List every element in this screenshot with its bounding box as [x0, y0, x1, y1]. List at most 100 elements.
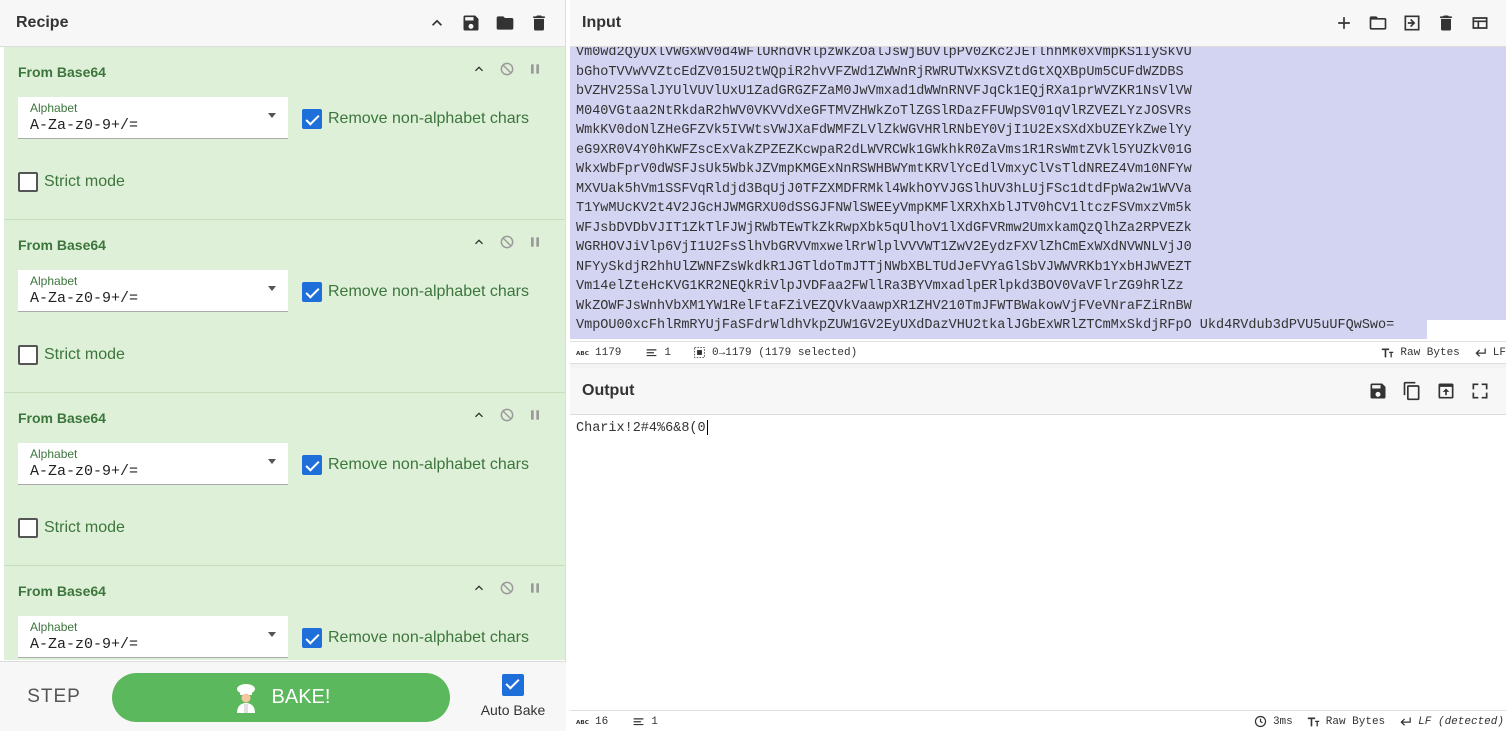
input-line: WFJsbDVDbVJIT1ZkTlFJWjRWbTEwTkZkRwpXbk5q… [576, 220, 1192, 236]
replace-input-icon[interactable] [1436, 381, 1456, 401]
alphabet-label: Alphabet [30, 274, 78, 288]
checkbox-box[interactable] [18, 518, 38, 538]
remove-non-alphabet-checkbox[interactable]: Remove non-alphabet chars [302, 455, 529, 475]
layout-icon[interactable] [1470, 13, 1490, 33]
operation-title: From Base64 [18, 237, 106, 253]
operation-from-base64[interactable]: From Base64 Alphabet A-Za-z0-9+/= Remove… [4, 566, 565, 660]
chevron-up-icon[interactable] [471, 61, 487, 77]
input-line: VmpOU00xcFhlRmRYUjFaSFdrWldhVkpZUW1GV2Ey… [576, 318, 1395, 333]
recipe-list: From Base64 Alphabet A-Za-z0-9+/= Remove… [4, 47, 565, 660]
input-line: Vm0wd2QyUXlVWGxWV0d4WFlURndVRlpzWkZOalJs… [576, 47, 1192, 60]
char-count-value: 1179 [595, 346, 622, 359]
input-encoding-value: Raw Bytes [1400, 346, 1460, 359]
alphabet-select[interactable]: Alphabet A-Za-z0-9+/= [18, 443, 288, 485]
pause-icon[interactable] [527, 407, 543, 423]
checkbox-box[interactable] [18, 172, 38, 192]
chevron-up-icon[interactable] [471, 407, 487, 423]
return-icon [1400, 717, 1411, 726]
alphabet-select[interactable]: Alphabet A-Za-z0-9+/= [18, 270, 288, 312]
auto-bake-toggle[interactable]: Auto Bake [470, 674, 556, 718]
input-line: bGhoTVVwVVZtcEdZV015U2tWQpiR2hvVFZWd1ZWW… [576, 64, 1184, 80]
open-folder-icon[interactable] [1368, 13, 1388, 33]
disable-icon[interactable] [499, 234, 515, 250]
strict-mode-checkbox[interactable]: Strict mode [18, 518, 125, 538]
bake-time-value: 3ms [1272, 715, 1293, 728]
output-pane: Output Charix!2#4%6&8(0 ABC 16 1 3ms Raw… [570, 368, 1506, 731]
alphabet-select[interactable]: Alphabet A-Za-z0-9+/= [18, 97, 288, 139]
dropdown-caret-icon [268, 286, 276, 291]
maximise-icon[interactable] [1470, 381, 1490, 401]
disable-icon[interactable] [499, 580, 515, 596]
checkbox-box[interactable] [302, 455, 322, 475]
strict-label: Strict mode [44, 346, 125, 363]
output-status-bar: ABC 16 1 3ms Raw Bytes LF (detected) [570, 710, 1506, 731]
svg-text:ABC: ABC [576, 720, 589, 726]
input-line: bVZHV25SalJYUlVUVlUxU1ZadGRGZFZaM0JwVmxa… [576, 84, 1192, 99]
disable-icon[interactable] [499, 61, 515, 77]
checkbox-box[interactable] [302, 109, 322, 129]
copy-icon[interactable] [1402, 381, 1422, 401]
operation-from-base64[interactable]: From Base64 Alphabet A-Za-z0-9+/= Remove… [4, 220, 565, 393]
input-header: Input [570, 0, 1506, 47]
output-header: Output [570, 368, 1506, 415]
strict-mode-checkbox[interactable]: Strict mode [18, 345, 125, 365]
bake-button[interactable]: BAKE! [112, 673, 450, 722]
recipe-header: Recipe [0, 0, 565, 47]
step-button[interactable]: STEP [14, 674, 94, 720]
chevron-up-icon[interactable] [471, 580, 487, 596]
text-format-icon [1382, 348, 1394, 358]
plus-icon[interactable] [1334, 13, 1354, 33]
lines-icon [633, 718, 644, 726]
recipe-pane: Recipe From Base64 Alphabet A-Za-z0-9+/=… [0, 0, 566, 731]
import-icon[interactable] [1402, 13, 1422, 33]
remove-label: Remove non-alphabet chars [328, 283, 530, 300]
save-icon[interactable] [461, 13, 481, 33]
chef-icon [236, 683, 255, 713]
output-char-count-value: 16 [595, 715, 609, 728]
strict-mode-checkbox[interactable]: Strict mode [18, 172, 125, 192]
input-line: MXVUak5hVm1SSFVqRldjd3BqUjJ0TFZXMDFRMkl4… [576, 181, 1192, 197]
auto-bake-checkbox[interactable] [502, 674, 524, 696]
alphabet-label: Alphabet [30, 447, 78, 461]
folder-icon[interactable] [495, 13, 515, 33]
checkbox-box[interactable] [302, 628, 322, 648]
chevron-up-icon[interactable] [427, 13, 447, 33]
alphabet-value: A-Za-z0-9+/= [30, 463, 139, 480]
input-eol[interactable]: LF [1474, 346, 1506, 359]
text-cursor [706, 420, 708, 435]
operation-from-base64[interactable]: From Base64 Alphabet A-Za-z0-9+/= Remove… [4, 47, 565, 220]
input-line: NFYySkdjR2hhUlZWNFZsWkdkR1JGTldoTmJTTjNW… [576, 259, 1192, 275]
remove-non-alphabet-checkbox[interactable]: Remove non-alphabet chars [302, 628, 529, 648]
trash-icon[interactable] [529, 13, 549, 33]
selection-value: 0→1179 (1179 selected) [712, 346, 858, 359]
input-content: Vm0wd2QyUXlVWGxWV0d4WFlURndVRlpzWkZOalJs… [570, 47, 1506, 336]
save-icon[interactable] [1368, 381, 1388, 401]
input-textarea[interactable]: Vm0wd2QyUXlVWGxWV0d4WFlURndVRlpzWkZOalJs… [570, 47, 1506, 341]
selection-info: 0→1179 (1179 selected) [693, 346, 857, 359]
input-encoding[interactable]: Raw Bytes [1381, 346, 1460, 359]
input-line: T1YwMUcKV2t4V2JGcHJWMGRXU0dSSGJFNWlSWEEy… [576, 201, 1192, 216]
pause-icon[interactable] [527, 234, 543, 250]
chevron-up-icon[interactable] [471, 234, 487, 250]
bake-label: BAKE! [271, 686, 331, 708]
operation-title: From Base64 [18, 64, 106, 80]
output-encoding[interactable]: Raw Bytes [1307, 715, 1385, 728]
remove-non-alphabet-checkbox[interactable]: Remove non-alphabet chars [302, 109, 529, 129]
output-char-count: ABC 16 [576, 715, 608, 728]
alphabet-select[interactable]: Alphabet A-Za-z0-9+/= [18, 616, 288, 658]
remove-non-alphabet-checkbox[interactable]: Remove non-alphabet chars [302, 282, 529, 302]
output-textarea[interactable]: Charix!2#4%6&8(0 [570, 415, 1506, 710]
checkbox-box[interactable] [302, 282, 322, 302]
checkbox-box[interactable] [18, 345, 38, 365]
lines-icon [647, 349, 657, 357]
output-eol[interactable]: LF (detected) [1399, 715, 1504, 728]
input-line: WkxWbFprV0dWSFJsUk5WbkJZVmpKMGExNnRSWHBW… [576, 162, 1192, 177]
pause-icon[interactable] [527, 61, 543, 77]
disable-icon[interactable] [499, 407, 515, 423]
trash-icon[interactable] [1436, 13, 1456, 33]
operation-from-base64[interactable]: From Base64 Alphabet A-Za-z0-9+/= Remove… [4, 393, 565, 566]
alphabet-label: Alphabet [30, 101, 78, 115]
dropdown-caret-icon [268, 632, 276, 637]
alphabet-value: A-Za-z0-9+/= [30, 290, 139, 307]
pause-icon[interactable] [527, 580, 543, 596]
